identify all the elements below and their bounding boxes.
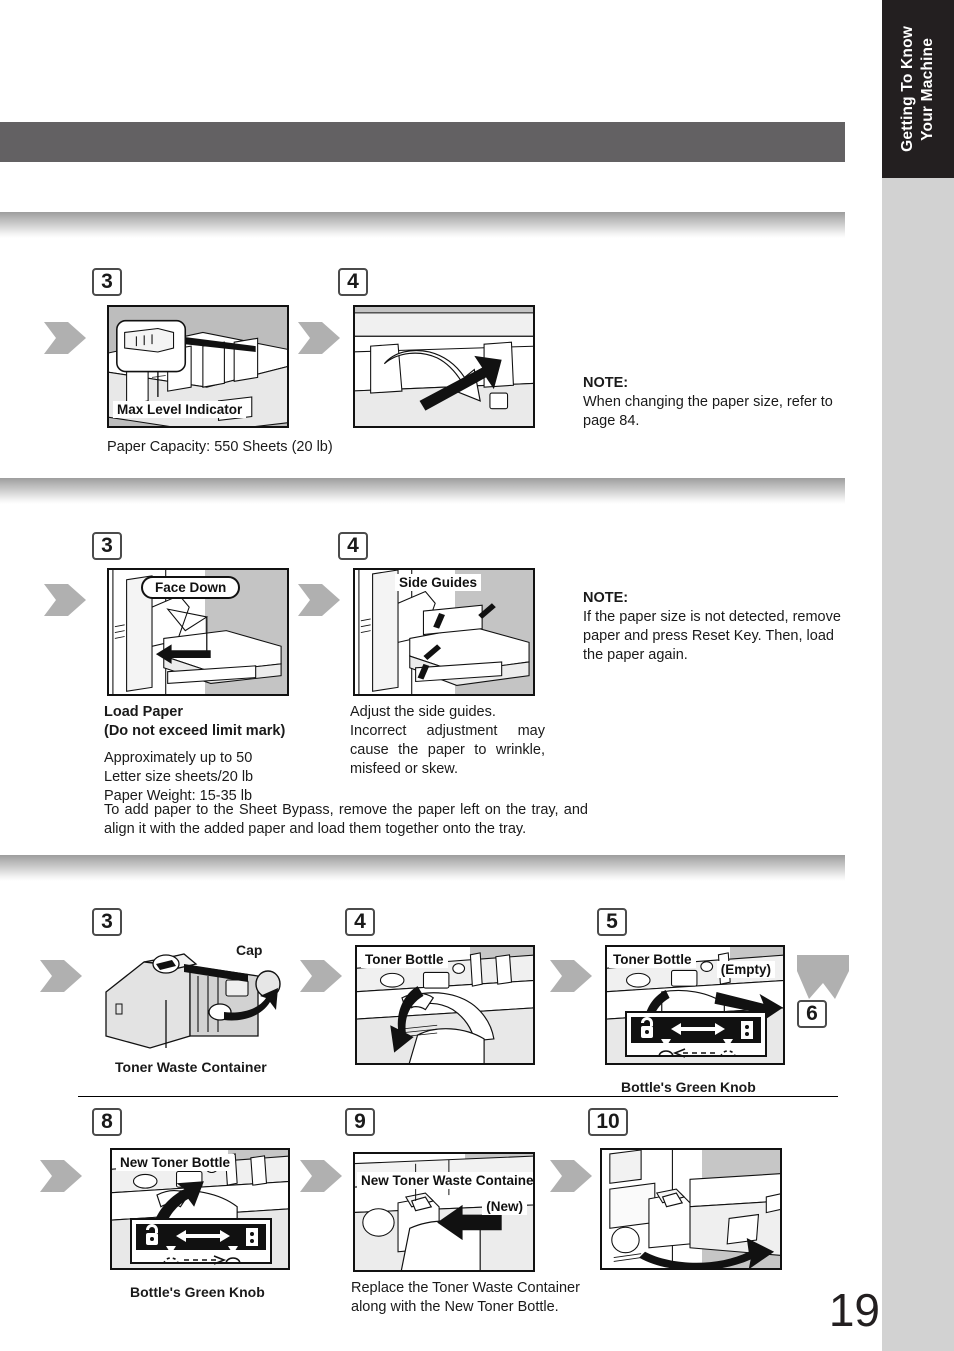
flow-chevron-icon (40, 958, 82, 994)
callout-max-level-indicator: Max Level Indicator (113, 401, 247, 418)
row-divider-rule (78, 1096, 838, 1097)
callout-new-toner-bottle: New Toner Bottle (116, 1154, 235, 1171)
caption-limit-mark: (Do not exceed limit mark) (104, 723, 286, 739)
side-rail: Getting To Know Your Machine (882, 0, 954, 1351)
caption-bottles-green-knob: Bottle's Green Knob (621, 1079, 756, 1095)
illustration-toner-waste-container: Cap (98, 940, 298, 1060)
flow-chevron-icon (44, 582, 86, 618)
callout-new: (New) (482, 1198, 527, 1215)
note-paper-size: NOTE: When changing the paper size, refe… (583, 374, 838, 431)
illustration-toner-bottle-empty: Toner Bottle (Empty) (605, 945, 785, 1065)
step-number-badge: 3 (92, 908, 122, 936)
step-number-badge: 10 (588, 1108, 628, 1136)
callout-face-down: Face Down (141, 576, 241, 599)
flow-chevron-icon (300, 1158, 342, 1194)
page-header-bar (0, 122, 845, 162)
caption-bypass-capacity: Approximately up to 50 Letter size sheet… (104, 750, 254, 804)
note-body: When changing the paper size, refer to p… (583, 394, 833, 429)
illustration-new-toner-waste-container: New Toner Waste Container (New) (353, 1152, 535, 1272)
step-number-badge: 6 (797, 1000, 827, 1028)
step-number-badge: 4 (338, 532, 368, 560)
section-divider-1 (0, 212, 845, 238)
step-number-badge: 8 (92, 1108, 122, 1136)
note-heading: NOTE: (583, 590, 629, 606)
section-divider-2 (0, 478, 845, 504)
flow-chevron-icon (550, 958, 592, 994)
callout-side-guides: Side Guides (395, 574, 482, 591)
caption-toner-waste-container: Toner Waste Container (115, 1059, 267, 1075)
flow-chevron-icon (300, 958, 342, 994)
step-number-badge: 4 (338, 268, 368, 296)
green-knob-diagram (130, 1218, 272, 1265)
caption-replace-waste-container: Replace the Toner Waste Container along … (351, 1280, 580, 1315)
step-number-badge: 4 (345, 908, 375, 936)
note-heading: NOTE: (583, 375, 629, 391)
step-number-badge: 9 (345, 1108, 375, 1136)
chapter-tab: Getting To Know Your Machine (882, 0, 954, 178)
section-divider-3 (0, 855, 845, 881)
flow-chevron-icon (44, 320, 86, 356)
page-number: 19 (828, 1284, 880, 1336)
flow-chevron-icon (298, 582, 340, 618)
caption-incorrect-adjustment: Incorrect adjustment may cause the paper… (350, 723, 545, 777)
callout-cap: Cap (236, 942, 263, 958)
side-tab-gray-block (882, 178, 954, 1351)
note-body: If the paper size is not detected, remov… (583, 609, 841, 663)
illustration-remove-toner-bottle: Toner Bottle (355, 945, 535, 1065)
flow-chevron-icon (298, 320, 340, 356)
callout-empty: (Empty) (716, 961, 775, 978)
step-number-badge: 5 (597, 908, 627, 936)
caption-adjust-guides: Adjust the side guides. (350, 704, 496, 720)
caption-sheet-bypass-footer: To add paper to the Sheet Bypass, remove… (104, 802, 588, 837)
caption-bottles-green-knob: Bottle's Green Knob (130, 1284, 265, 1300)
step-number-badge: 3 (92, 532, 122, 560)
illustration-side-guides: Side Guides (353, 568, 535, 696)
illustration-load-paper-face-down: Face Down (107, 568, 289, 696)
illustration-close-front-cover (600, 1148, 782, 1270)
illustration-close-paper-tray (353, 305, 535, 428)
illustration-install-new-toner-bottle: New Toner Bottle (110, 1148, 290, 1270)
flow-chevron-down-icon (795, 955, 851, 1001)
note-paper-size-detection: NOTE: If the paper size is not detected,… (583, 589, 841, 665)
chapter-tab-label: Getting To Know Your Machine (899, 26, 936, 152)
flow-chevron-icon (40, 1158, 82, 1194)
callout-new-toner-waste-container: New Toner Waste Container (357, 1172, 533, 1189)
caption-paper-capacity: Paper Capacity: 550 Sheets (20 lb) (107, 439, 333, 455)
green-knob-diagram (625, 1011, 767, 1058)
callout-toner-bottle: Toner Bottle (361, 951, 448, 968)
illustration-paper-tray-max-level: Max Level Indicator (107, 305, 289, 428)
flow-chevron-icon (550, 1158, 592, 1194)
caption-load-paper: Load Paper (104, 704, 183, 720)
step-number-badge: 3 (92, 268, 122, 296)
callout-toner-bottle: Toner Bottle (609, 951, 696, 968)
